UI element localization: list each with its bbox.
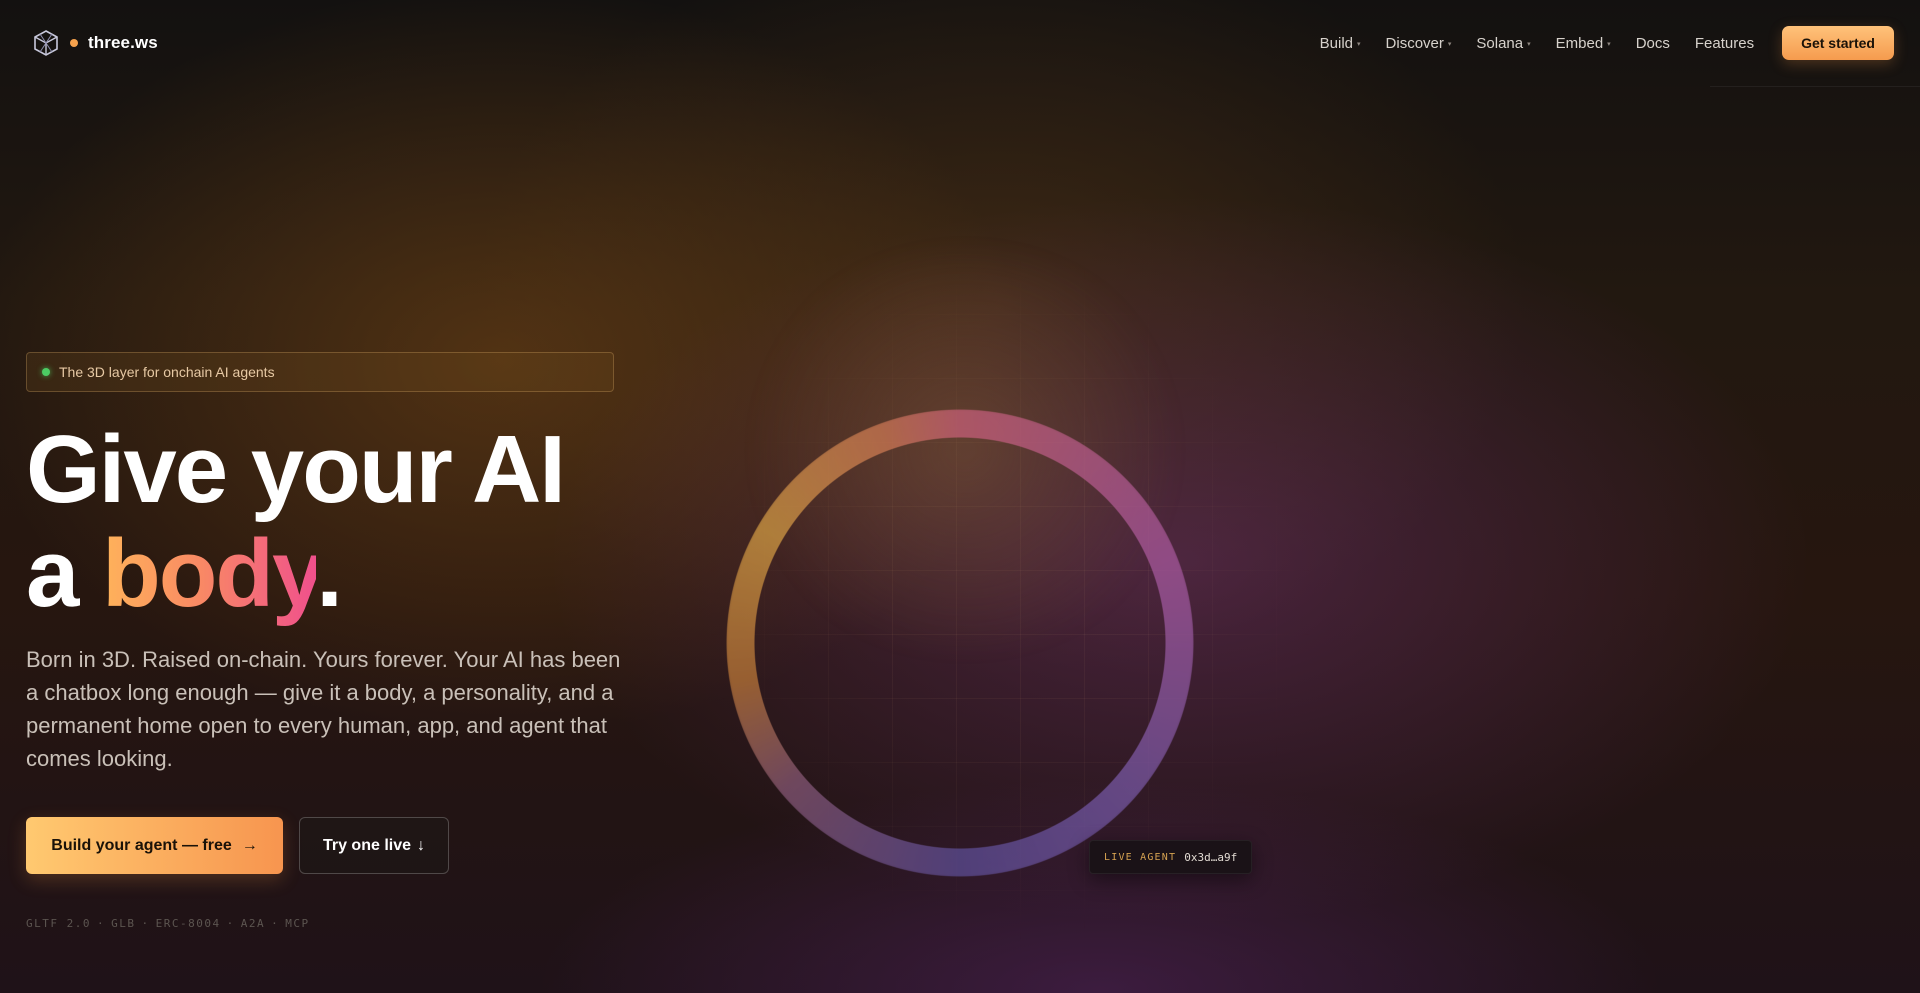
format-item: GLTF 2.0	[26, 917, 91, 930]
arrow-down-icon: ↓	[417, 836, 426, 854]
cube-logo-icon	[34, 30, 58, 56]
brand-name: three.ws	[88, 33, 158, 52]
format-item: MCP	[285, 917, 310, 930]
nav-item-docs[interactable]: Docs	[1636, 35, 1670, 52]
format-item: GLB	[111, 917, 136, 930]
hero-badge: The 3D layer for onchain AI agents	[26, 352, 614, 392]
nav-item-label: Embed	[1555, 34, 1604, 52]
live-agent-tag: LIVE AGENT 0x3d…a9f	[1089, 840, 1253, 874]
format-item: ERC-8004	[155, 917, 221, 930]
chevron-down-icon: ▾	[1447, 41, 1452, 48]
hero-title-prefix: a	[26, 520, 79, 627]
nav-item-label: Features	[1694, 34, 1755, 52]
get-started-button[interactable]: Get started	[1782, 26, 1894, 60]
top-nav: three.ws Build ▾ Discover ▾ Solana ▾ Emb…	[0, 0, 1920, 86]
build-agent-label: Build your agent — free	[51, 836, 232, 854]
agent-3d-viewport[interactable]	[725, 408, 1195, 878]
live-agent-address: 0x3d…a9f	[1184, 850, 1238, 864]
status-dot-icon	[42, 368, 50, 376]
nav-item-label: Discover	[1385, 34, 1444, 52]
hero-title-highlight: body	[102, 520, 318, 627]
format-list: GLTF 2.0 · GLB · ERC-8004 · A2A · MCP	[26, 917, 310, 930]
live-agent-label: LIVE AGENT	[1104, 851, 1177, 863]
format-separator: ·	[226, 917, 235, 930]
nav-item-build[interactable]: Build ▾	[1320, 35, 1361, 52]
hero-title: Give your AI a body.	[26, 416, 566, 627]
chevron-down-icon: ▾	[1527, 41, 1531, 48]
chevron-down-icon: ▾	[1357, 41, 1361, 48]
nav-item-label: Docs	[1635, 34, 1670, 52]
hero-title-line1: Give your AI	[26, 416, 566, 523]
try-live-button[interactable]: Try one live ↓	[299, 817, 449, 874]
nav-item-features[interactable]: Features	[1695, 35, 1754, 52]
format-item: A2A	[240, 917, 266, 930]
nav-item-label: Build	[1319, 34, 1354, 52]
nav-item-label: Solana	[1476, 34, 1524, 52]
format-separator: ·	[271, 917, 280, 930]
try-live-label: Try one live	[322, 836, 412, 854]
nav-divider	[1710, 86, 1920, 87]
hero-title-suffix: .	[316, 520, 343, 627]
hero-subtitle: Born in 3D. Raised on-chain. Yours forev…	[26, 647, 621, 771]
brand-status-dot	[70, 39, 78, 47]
nav-item-embed[interactable]: Embed ▾	[1556, 35, 1611, 52]
arrow-right-icon: →	[241, 836, 258, 854]
build-agent-button[interactable]: Build your agent — free →	[26, 817, 283, 874]
format-separator: ·	[96, 917, 106, 930]
brand[interactable]: three.ws	[32, 29, 158, 57]
nav-item-solana[interactable]: Solana ▾	[1476, 35, 1530, 52]
format-separator: ·	[141, 917, 150, 930]
hero-badge-text: The 3D layer for onchain AI agents	[59, 364, 275, 380]
chevron-down-icon: ▾	[1607, 41, 1611, 48]
main-nav: Build ▾ Discover ▾ Solana ▾ Embed ▾ Docs…	[1295, 26, 1894, 60]
nav-item-discover[interactable]: Discover ▾	[1386, 35, 1452, 52]
